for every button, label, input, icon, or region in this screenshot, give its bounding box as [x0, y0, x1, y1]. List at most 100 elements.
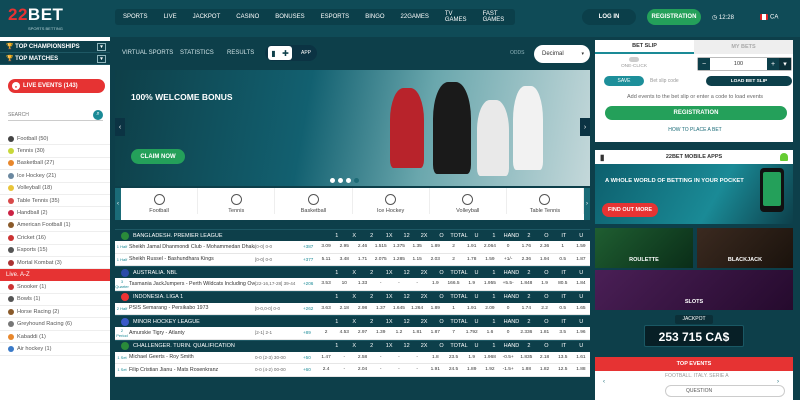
save-button[interactable]: SAVE: [604, 76, 644, 86]
nav-live[interactable]: LIVE: [164, 14, 177, 20]
odds-cell[interactable]: 1.848: [517, 281, 535, 286]
odds-cell[interactable]: -: [390, 367, 408, 372]
odds-cell[interactable]: -: [408, 355, 426, 360]
language-selector[interactable]: CA: [760, 14, 778, 21]
mobile-apps-bar[interactable]: ▮ 22BET MOBILE APPS: [595, 150, 793, 164]
odds-cell[interactable]: 0.5: [554, 306, 572, 311]
odds-cell[interactable]: 1.91: [426, 367, 444, 372]
more-markets-link[interactable]: +60: [303, 367, 317, 372]
odds-cell[interactable]: 80.5: [554, 281, 572, 286]
find-out-more-button[interactable]: FIND OUT MORE: [602, 203, 658, 217]
event-row[interactable]: 2 Half PSIS Semarang - Persikabo 1973 [0-0…: [115, 302, 590, 315]
nav-sports[interactable]: SPORTS: [123, 14, 148, 20]
odds-cell[interactable]: 1.76: [517, 244, 535, 249]
odds-cell[interactable]: 1.61: [572, 355, 590, 360]
odds-cell[interactable]: 1.6: [481, 330, 499, 335]
claim-now-button[interactable]: CLAIM NOW: [131, 149, 185, 164]
sidebar-sport-item[interactable]: Bowls (1): [0, 294, 110, 307]
blackjack-tile[interactable]: BLACKJACK: [697, 228, 793, 268]
bet-slip-registration-button[interactable]: REGISTRATION: [605, 106, 787, 120]
odds-cell[interactable]: -: [372, 355, 390, 360]
odds-cell[interactable]: 2.95: [335, 244, 353, 249]
minus-icon[interactable]: −: [698, 58, 710, 70]
odds-cell[interactable]: 1.65: [572, 306, 590, 311]
odds-cell[interactable]: 0: [499, 244, 517, 249]
odds-cell[interactable]: 3.48: [335, 257, 353, 262]
sidebar-sport-item[interactable]: Handball (2): [0, 207, 110, 220]
odds-cell[interactable]: 166.5: [444, 281, 462, 286]
odds-cell[interactable]: 1.96: [572, 330, 590, 335]
odds-cell[interactable]: 1.71: [353, 257, 371, 262]
nav-esports[interactable]: ESPORTS: [321, 14, 350, 20]
odds-cell[interactable]: 1.92: [481, 367, 499, 372]
banner-prev-arrow[interactable]: ‹: [115, 118, 125, 136]
odds-cell[interactable]: 1.89: [463, 367, 481, 372]
tab-bet-slip[interactable]: BET SLIP: [595, 40, 694, 54]
jackpot-widget[interactable]: JACKPOT 253 715 CA$: [595, 313, 793, 351]
odds-cell[interactable]: 1.792: [463, 330, 481, 335]
event-row[interactable]: 3 Quarter Tasmania JackJumpers - Perth Wi…: [115, 278, 590, 291]
odds-cell[interactable]: 3.63: [317, 306, 335, 311]
sidebar-sport-item[interactable]: Snooker (1): [0, 281, 110, 294]
odds-cell[interactable]: 3.53: [317, 281, 335, 286]
stake-stepper[interactable]: − 100 + ▾: [697, 57, 792, 71]
sidebar-sport-item[interactable]: Greyhound Racing (6): [0, 318, 110, 331]
odds-cell[interactable]: +1/-: [499, 257, 517, 262]
odds-cell[interactable]: 2.97: [353, 330, 371, 335]
odds-cell[interactable]: 2.4: [317, 367, 335, 372]
odds-cell[interactable]: 1.81: [535, 330, 553, 335]
sport-tabs-next[interactable]: ›: [584, 188, 591, 220]
odds-cell[interactable]: 1.88: [572, 367, 590, 372]
sidebar-sport-item[interactable]: Cricket (16): [0, 232, 110, 245]
statistics-link[interactable]: STATISTICS: [180, 50, 214, 56]
odds-cell[interactable]: 0: [499, 330, 517, 335]
tab-tennis[interactable]: Tennis: [198, 188, 276, 214]
odds-cell[interactable]: 1.645: [390, 306, 408, 311]
sidebar-sport-item[interactable]: Ice Hockey (21): [0, 170, 110, 183]
odds-cell[interactable]: 2.064: [481, 244, 499, 249]
event-row[interactable]: 1 Set Filip Cristian Jianu - Mats Rosenkr…: [115, 364, 590, 377]
odds-cell[interactable]: -: [408, 367, 426, 372]
odds-cell[interactable]: 0.5: [554, 257, 572, 262]
virtual-sports-link[interactable]: VIRTUAL SPORTS: [122, 50, 173, 56]
odds-cell[interactable]: 12.5: [554, 367, 572, 372]
odds-cell[interactable]: 3.5: [554, 330, 572, 335]
odds-cell[interactable]: -: [408, 281, 426, 286]
odds-cell[interactable]: 1.84: [572, 281, 590, 286]
nav-22games[interactable]: 22GAMES: [401, 14, 429, 20]
odds-cell[interactable]: 2.09: [481, 306, 499, 311]
odds-cell[interactable]: 2.36: [535, 244, 553, 249]
nav-fast-games[interactable]: FAST GAMES: [483, 11, 505, 23]
tab-ice-hockey[interactable]: Ice Hockey: [353, 188, 430, 214]
odds-cell[interactable]: 3.09: [317, 244, 335, 249]
odds-cell[interactable]: 1.89: [426, 306, 444, 311]
odds-cell[interactable]: 1.91: [463, 306, 481, 311]
sidebar-top-matches[interactable]: 🏆 TOP MATCHES ▾: [0, 53, 110, 65]
tab-table-tennis[interactable]: Table Tennis: [507, 188, 585, 214]
more-markets-link[interactable]: +50: [303, 355, 317, 360]
promo-banner[interactable]: 100% WELCOME BONUS: [115, 70, 590, 186]
pagination-dot[interactable]: [330, 178, 335, 183]
odds-cell[interactable]: 1.78: [463, 257, 481, 262]
tab-my-bets[interactable]: MY BETS: [694, 40, 793, 54]
odds-cell[interactable]: 1.89: [426, 244, 444, 249]
odds-cell[interactable]: 1.968: [481, 355, 499, 360]
more-markets-link[interactable]: +377: [303, 257, 317, 262]
odds-cell[interactable]: 1.285: [390, 257, 408, 262]
odds-cell[interactable]: 2.58: [353, 355, 371, 360]
league-header[interactable]: INDONESIA. LIGA 1 1 X 2 1X 12 2X O TOTAL U 1 HAND 2 O…: [115, 290, 590, 303]
odds-cell[interactable]: 0: [499, 306, 517, 311]
how-to-place-bet-link[interactable]: HOW TO PLACE A BET: [600, 127, 790, 133]
odds-cell[interactable]: 1: [444, 306, 462, 311]
odds-cell[interactable]: 5.11: [317, 257, 335, 262]
odds-cell[interactable]: 1.82: [535, 367, 553, 372]
nav-jackpot[interactable]: JACKPOT: [193, 14, 221, 20]
nav-casino[interactable]: CASINO: [236, 14, 259, 20]
league-header[interactable]: BANGLADESH. PREMIER LEAGUE 1 X 2 1X 12 2X O TOTA…: [115, 229, 590, 241]
more-markets-link[interactable]: +387: [303, 244, 317, 249]
slots-tile[interactable]: SLOTS: [595, 270, 793, 310]
load-bet-slip-button[interactable]: LOAD BET SLIP: [706, 76, 792, 86]
top-event-market[interactable]: QUESTION: [665, 385, 785, 397]
odds-cell[interactable]: 1.15: [408, 257, 426, 262]
event-row[interactable]: 1 Half Sheikh Russel - Bashundhara Kings […: [115, 253, 590, 266]
